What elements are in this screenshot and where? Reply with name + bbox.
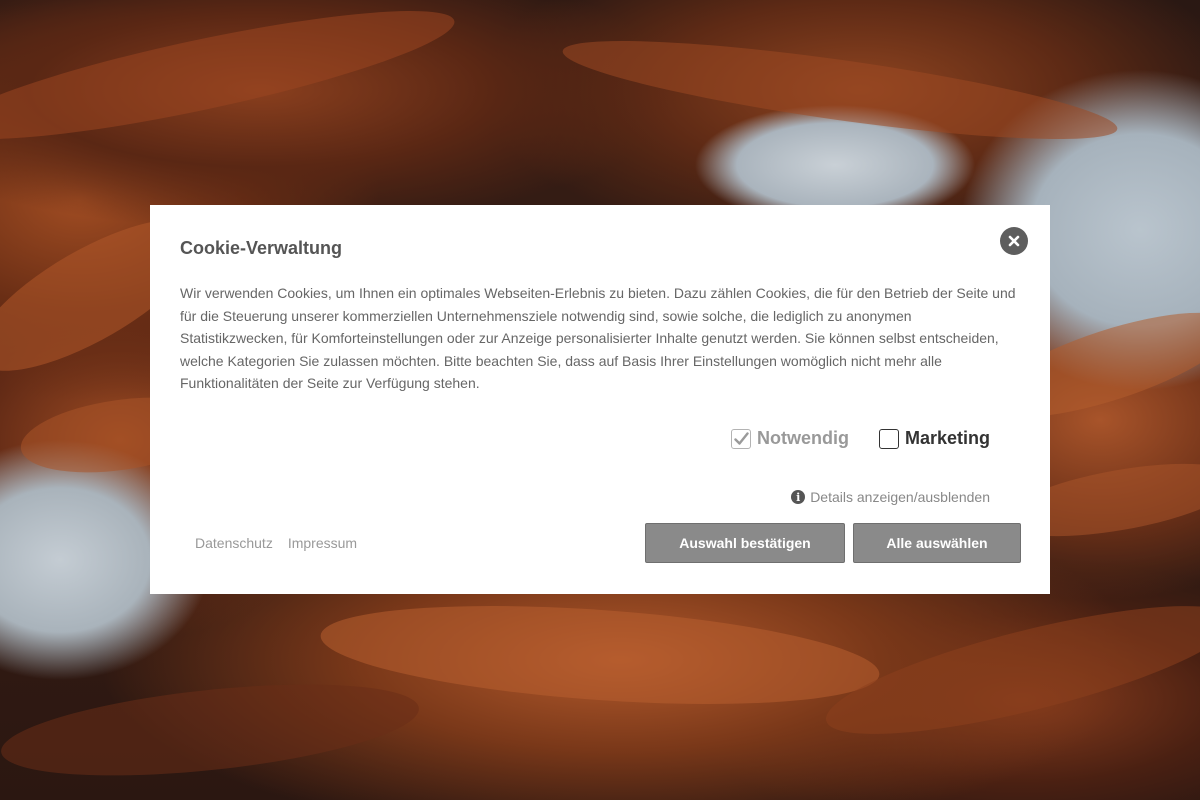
marketing-label[interactable]: Marketing bbox=[905, 428, 990, 449]
confirm-selection-button[interactable]: Auswahl bestätigen bbox=[645, 523, 845, 563]
rock-streak bbox=[0, 668, 424, 792]
cookie-categories: Notwendig Marketing bbox=[730, 428, 990, 449]
info-icon: i bbox=[791, 490, 806, 504]
rock-streak bbox=[0, 0, 462, 164]
footer-links: Datenschutz Impressum bbox=[195, 535, 357, 551]
details-label[interactable]: Details anzeigen/ausblenden bbox=[810, 489, 990, 505]
privacy-link[interactable]: Datenschutz bbox=[195, 535, 273, 551]
cookie-dialog: Cookie-Verwaltung Wir verwenden Cookies,… bbox=[150, 205, 1050, 594]
imprint-link[interactable]: Impressum bbox=[288, 535, 357, 551]
check-icon bbox=[734, 431, 749, 445]
select-all-button[interactable]: Alle auswählen bbox=[853, 523, 1021, 563]
notwendig-label: Notwendig bbox=[756, 428, 849, 448]
marketing-checkbox[interactable] bbox=[878, 428, 899, 449]
rock-streak bbox=[558, 21, 1122, 159]
details-toggle[interactable]: i Details anzeigen/ausblenden bbox=[791, 489, 990, 505]
dialog-title: Cookie-Verwaltung bbox=[180, 238, 343, 258]
category-notwendig: Notwendig bbox=[730, 428, 849, 449]
close-icon bbox=[1008, 235, 1020, 247]
category-marketing[interactable]: Marketing bbox=[878, 428, 990, 449]
close-button[interactable] bbox=[1000, 227, 1028, 255]
notwendig-checkbox bbox=[730, 428, 751, 449]
dialog-description: Wir verwenden Cookies, um Ihnen ein opti… bbox=[180, 285, 1016, 391]
